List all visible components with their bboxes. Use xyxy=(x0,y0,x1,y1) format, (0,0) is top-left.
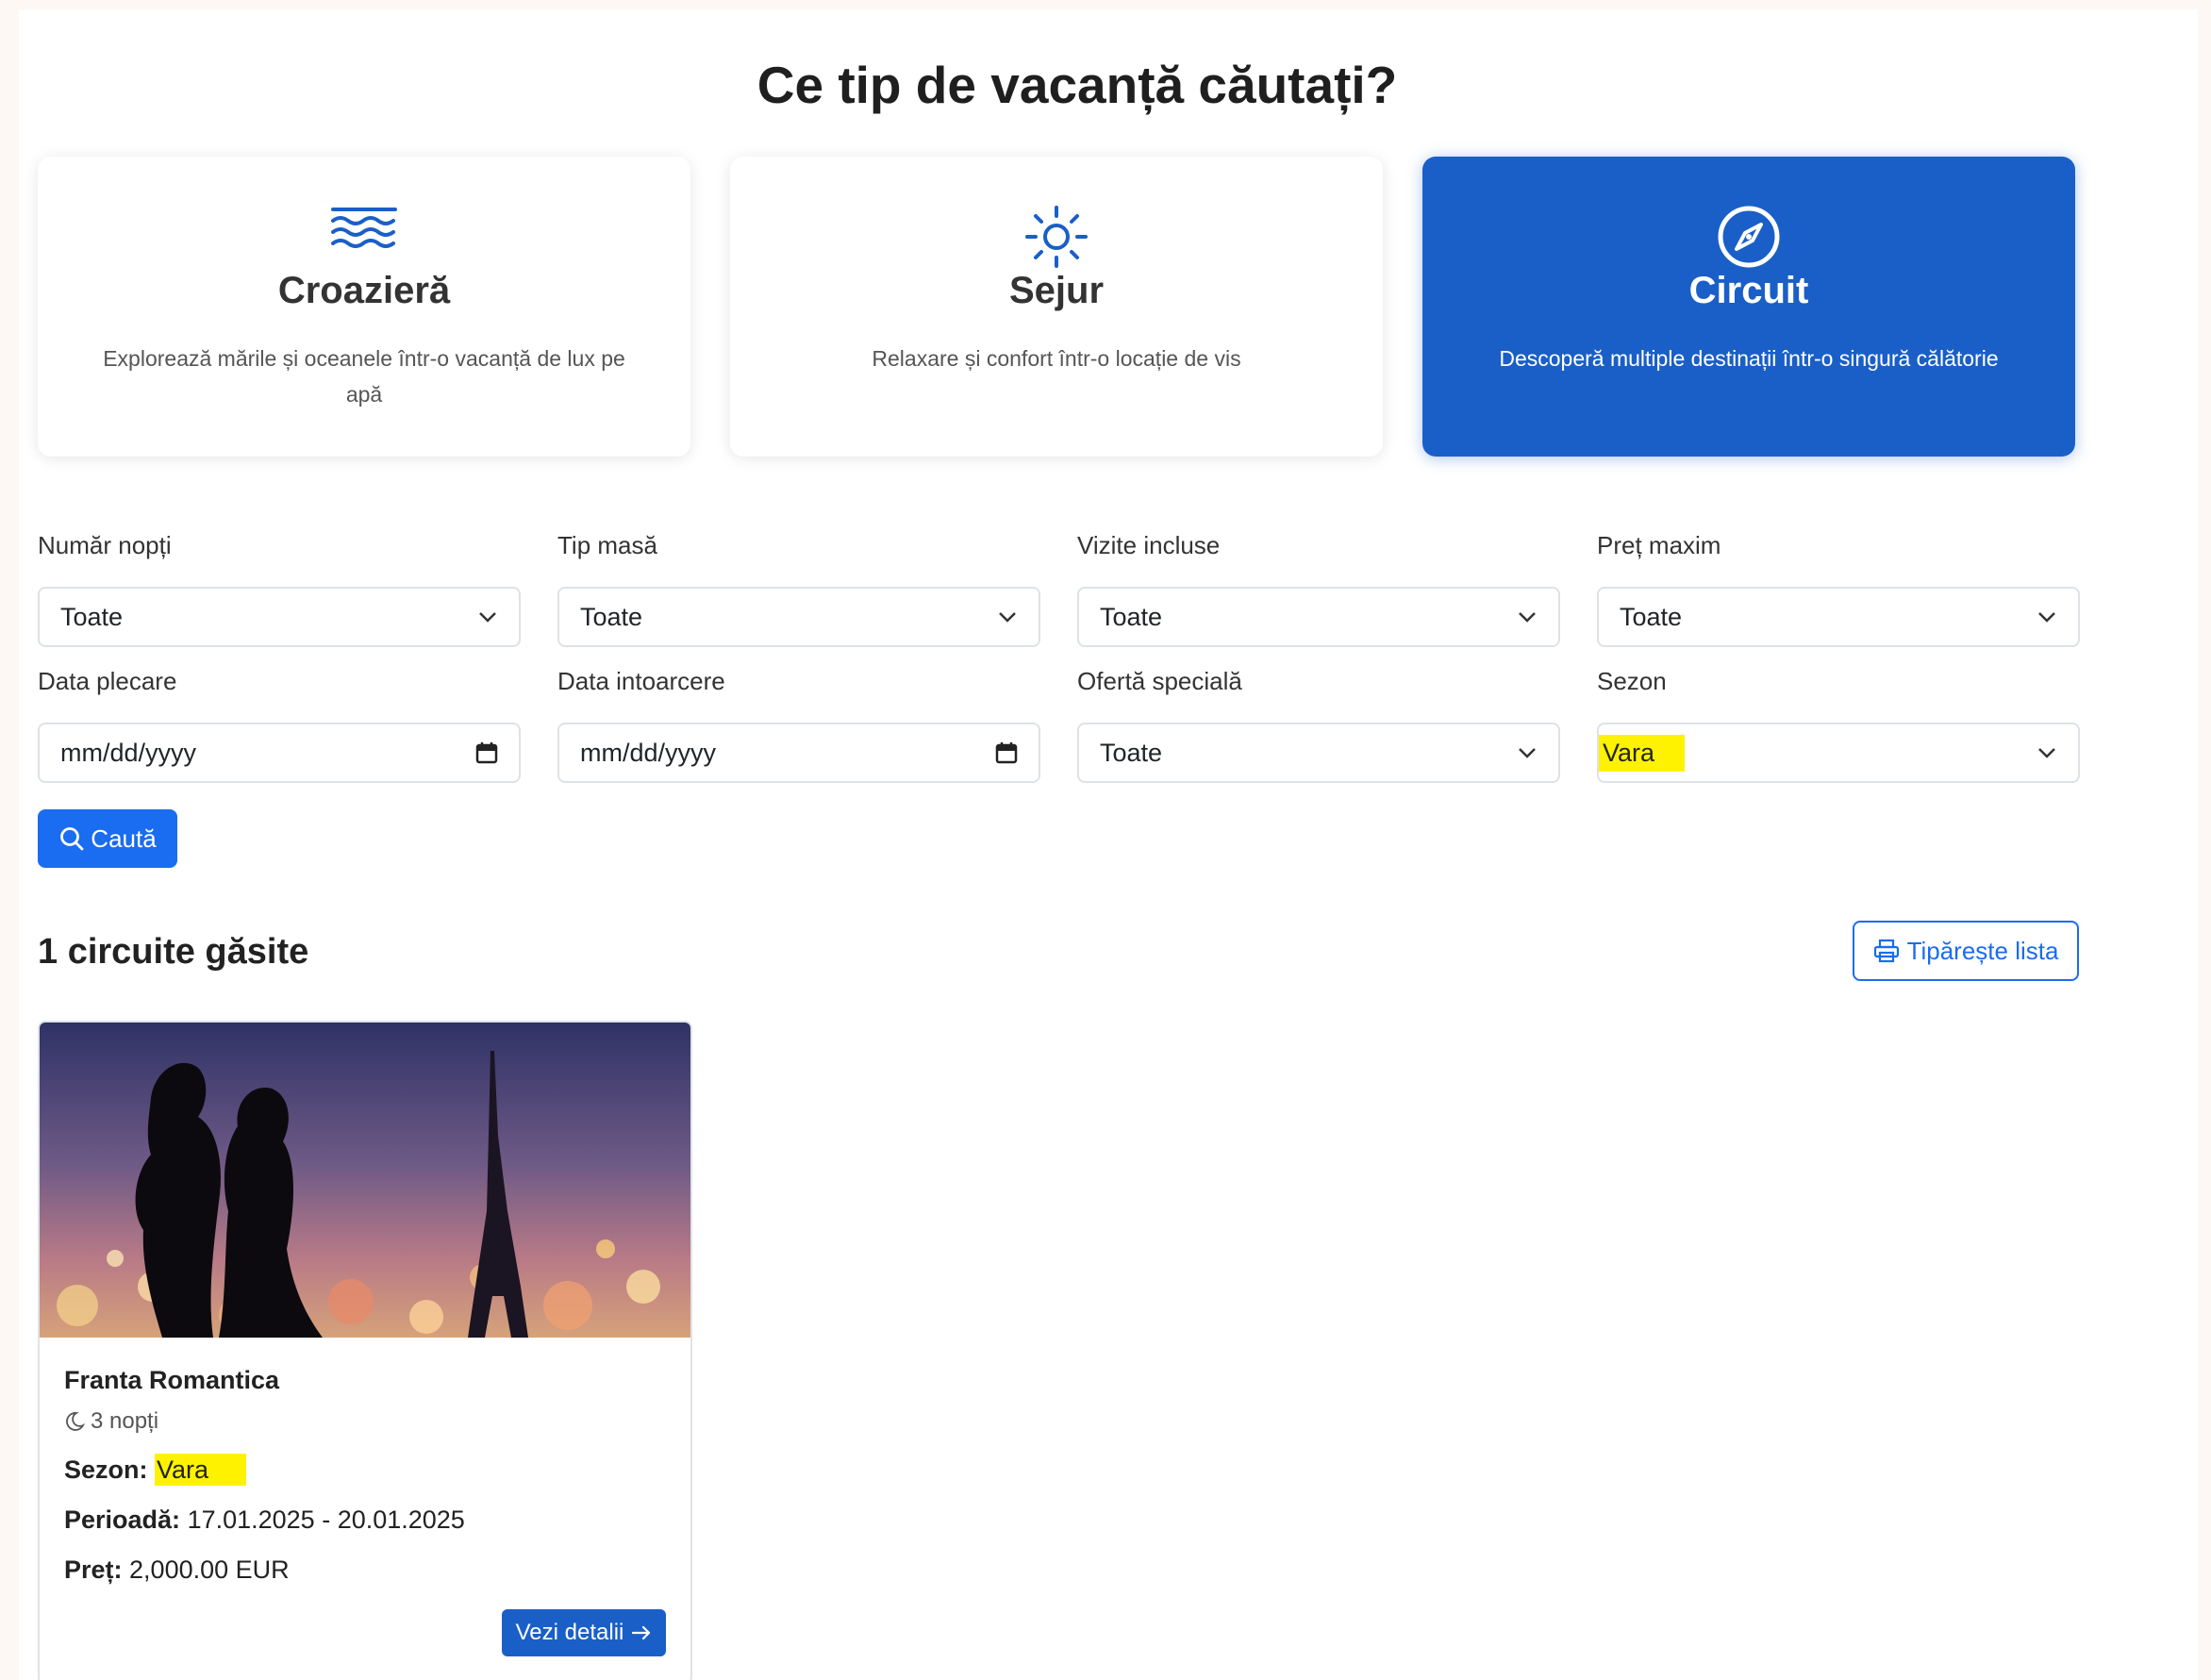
print-button-label: Tipărește lista xyxy=(1906,936,2059,965)
compass-icon xyxy=(1422,204,2075,270)
circuit-result-card: Franta Romantica 3 nopți Sezon: Vara Per… xyxy=(38,1021,692,1680)
results-count-title: 1 circuite găsite xyxy=(38,932,309,972)
nights-info: 3 nopți xyxy=(64,1408,666,1435)
masa-select[interactable]: Toate xyxy=(557,587,1040,647)
arrow-right-icon xyxy=(632,1625,651,1640)
waves-icon xyxy=(38,204,690,270)
search-icon xyxy=(60,827,84,851)
nights-count: 3 nopți xyxy=(91,1408,159,1434)
select-value: Toate xyxy=(580,602,643,631)
vizite-select[interactable]: Toate xyxy=(1077,587,1560,647)
circuit-photo xyxy=(40,1023,690,1338)
view-details-button[interactable]: Vezi detalii xyxy=(502,1609,666,1656)
calendar-icon[interactable] xyxy=(995,741,1018,764)
type-card-circuit[interactable]: Circuit Descoperă multiple destinații în… xyxy=(1422,157,2075,457)
plecare-date-input[interactable]: mm/dd/yyyy xyxy=(38,723,521,783)
card-body: Franta Romantica 3 nopți Sezon: Vara Per… xyxy=(64,1366,666,1585)
filter-sezon: Sezon Vara xyxy=(1597,662,2080,783)
page-title: Ce tip de vacanță căutați? xyxy=(756,56,1398,114)
nopti-select[interactable]: Toate xyxy=(38,587,521,647)
chevron-down-icon xyxy=(1519,612,1536,623)
filter-label: Preț maxim xyxy=(1597,531,1721,559)
filter-label: Tip masă xyxy=(557,531,657,559)
select-value: Toate xyxy=(1100,738,1163,767)
select-value: Toate xyxy=(60,602,124,631)
filter-label: Sezon xyxy=(1597,667,1667,695)
season-row: Sezon: Vara xyxy=(64,1454,666,1486)
intoarcere-date-input[interactable]: mm/dd/yyyy xyxy=(557,723,1040,783)
select-value: Vara xyxy=(1599,734,1686,772)
filter-label: Număr nopți xyxy=(38,531,172,559)
date-value: mm/dd/yyyy xyxy=(580,738,717,767)
page: Ce tip de vacanță căutați? Croazieră Exp… xyxy=(19,9,2198,1680)
sezon-select[interactable]: Vara xyxy=(1597,723,2080,783)
filter-label: Ofertă specială xyxy=(1077,667,1242,695)
period-label: Perioadă: xyxy=(64,1505,181,1534)
pret-select[interactable]: Toate xyxy=(1597,587,2080,647)
period-value: 17.01.2025 - 20.01.2025 xyxy=(187,1505,465,1534)
circuit-name: Franta Romantica xyxy=(64,1366,280,1394)
details-button-label: Vezi detalii xyxy=(515,1620,624,1645)
search-button-label: Caută xyxy=(91,823,157,853)
season-value: Vara xyxy=(155,1454,247,1486)
filter-vizite: Vizite incluse Toate xyxy=(1077,526,1560,647)
filter-label: Data intoarcere xyxy=(557,667,725,695)
printer-icon xyxy=(1873,939,1899,963)
print-list-button[interactable]: Tipărește lista xyxy=(1853,921,2079,981)
type-title: Sejur xyxy=(1008,270,1105,311)
filter-label: Data plecare xyxy=(38,667,177,695)
select-value: Toate xyxy=(1100,602,1163,631)
filter-masa: Tip masă Toate xyxy=(557,526,1040,647)
type-description: Relaxare și confort într-o locație de vi… xyxy=(872,346,1241,371)
type-description: Explorează mările și oceanele într-o vac… xyxy=(103,346,625,407)
filter-pret: Preț maxim Toate xyxy=(1597,526,2080,647)
oferta-select[interactable]: Toate xyxy=(1077,723,1560,783)
moon-icon xyxy=(66,1412,85,1431)
calendar-icon[interactable] xyxy=(475,741,498,764)
chevron-down-icon xyxy=(2038,612,2055,623)
price-label: Preț: xyxy=(64,1555,123,1584)
price-row: Preț: 2,000.00 EUR xyxy=(64,1555,666,1585)
period-row: Perioadă: 17.01.2025 - 20.01.2025 xyxy=(64,1505,666,1535)
chevron-down-icon xyxy=(479,612,496,623)
sun-icon xyxy=(730,204,1383,270)
type-card-sejur[interactable]: Sejur Relaxare și confort într-o locație… xyxy=(730,157,1383,457)
season-label: Sezon: xyxy=(64,1455,148,1484)
type-card-croaziera[interactable]: Croazieră Explorează mările și oceanele … xyxy=(38,157,690,457)
filter-intoarcere: Data intoarcere mm/dd/yyyy xyxy=(557,662,1040,783)
chevron-down-icon xyxy=(999,612,1016,623)
type-title: Circuit xyxy=(1688,270,1809,311)
filter-plecare: Data plecare mm/dd/yyyy xyxy=(38,662,521,783)
type-description: Descoperă multiple destinații într-o sin… xyxy=(1499,346,1999,371)
chevron-down-icon xyxy=(1519,748,1536,758)
chevron-down-icon xyxy=(2038,748,2055,758)
filter-nopti: Număr nopți Toate xyxy=(38,526,521,647)
select-value: Toate xyxy=(1620,602,1683,631)
filter-oferta: Ofertă specială Toate xyxy=(1077,662,1560,783)
price-value: 2,000.00 EUR xyxy=(129,1555,290,1584)
filter-label: Vizite incluse xyxy=(1077,531,1221,559)
type-title: Croazieră xyxy=(277,270,451,311)
search-button[interactable]: Caută xyxy=(38,809,177,868)
date-value: mm/dd/yyyy xyxy=(60,738,197,767)
